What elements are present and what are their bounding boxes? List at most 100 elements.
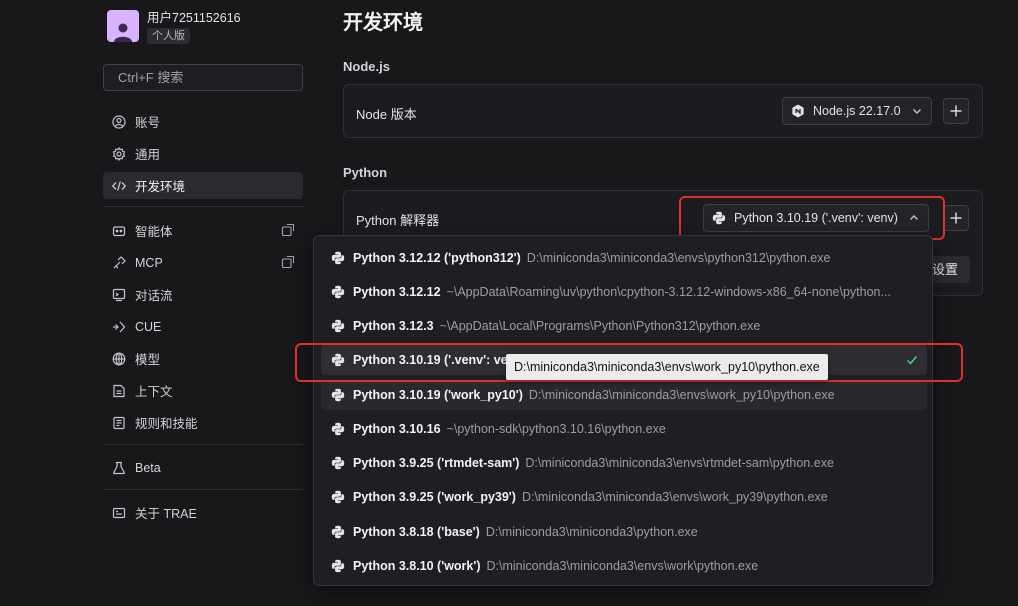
interpreter-path: ~\AppData\Local\Programs\Python\Python31… (439, 319, 761, 333)
interpreter-option[interactable]: Python 3.8.10 ('work') D:\miniconda3\mini… (321, 551, 927, 581)
python-icon (331, 388, 345, 402)
interpreter-name: Python 3.9.25 ('rtmdet-sam') (353, 456, 520, 470)
sidebar-item-agent[interactable]: 智能体 (103, 217, 303, 244)
python-icon (331, 422, 345, 436)
interpreter-option[interactable]: Python 3.9.25 ('work_py39') D:\miniconda3… (321, 482, 927, 512)
user-profile[interactable]: 用户7251152616 个人版 (107, 10, 241, 44)
sidebar-item-general[interactable]: 通用 (103, 140, 303, 167)
interpreter-path: D:\miniconda3\miniconda3\envs\rtmdet-sam… (525, 456, 834, 470)
context-icon (111, 383, 127, 399)
interpreter-option[interactable]: Python 3.12.12 ('python312') D:\miniconda… (321, 243, 927, 273)
search-input[interactable]: Ctrl+F 搜索 (103, 64, 303, 91)
sidebar-item-label: 智能体 (135, 225, 173, 239)
sidebar-item-model[interactable]: 模型 (103, 345, 303, 372)
sidebar-item-cue[interactable]: CUE (103, 313, 303, 340)
sidebar-item-beta[interactable]: Beta (103, 454, 303, 481)
python-settings-button[interactable]: 设置 (929, 256, 970, 283)
sidebar-item-rules[interactable]: 规则和技能 (103, 409, 303, 436)
user-avatar-icon (114, 23, 132, 42)
external-link-icon (281, 223, 295, 237)
section-label-nodejs: Node.js (343, 59, 390, 74)
cue-icon (111, 319, 127, 335)
user-plan-badge: 个人版 (147, 28, 190, 44)
sidebar-item-label: 账号 (135, 116, 161, 130)
add-python-button[interactable] (943, 205, 969, 231)
interpreter-path: D:\miniconda3\miniconda3\python.exe (485, 525, 698, 539)
interpreter-path: D:\miniconda3\miniconda3\envs\work_py10\… (528, 388, 835, 402)
python-interpreter-label: Python 解释器 (356, 213, 440, 228)
beta-icon (111, 460, 127, 476)
external-link-icon (281, 255, 295, 269)
interpreter-name: Python 3.10.19 ('.venv': venv) (353, 353, 527, 367)
agent-icon (111, 223, 127, 239)
interpreter-name: Python 3.8.18 ('base') (353, 525, 480, 539)
sidebar-item-mcp[interactable]: MCP (103, 249, 303, 276)
sidebar-item-label: 通用 (135, 148, 161, 162)
interpreter-option[interactable]: Python 3.9.25 ('rtmdet-sam') D:\miniconda… (321, 448, 927, 478)
node-version-value: Node.js 22.17.0 (813, 104, 901, 118)
python-icon (331, 353, 345, 367)
node-version-select[interactable]: Node.js 22.17.0 (782, 97, 932, 125)
sidebar-item-label: 关于 TRAE (135, 507, 197, 521)
plus-icon (950, 212, 962, 224)
chevron-down-icon (911, 105, 923, 117)
interpreter-name: Python 3.9.25 ('work_py39') (353, 490, 516, 504)
interpreter-name: Python 3.12.12 ('python312') (353, 251, 521, 265)
interpreter-option[interactable]: Python 3.10.19 ('work_py10') D:\miniconda… (321, 380, 927, 410)
rules-icon (111, 415, 127, 431)
python-icon (331, 251, 345, 265)
sidebar-item-label: 上下文 (135, 385, 173, 399)
page-title: 开发环境 (343, 12, 423, 34)
node-version-label: Node 版本 (356, 107, 417, 122)
node-card: Node 版本 Node.js 22.17.0 (343, 84, 983, 138)
divider (103, 489, 303, 490)
avatar (107, 10, 139, 42)
sidebar-item-about[interactable]: 关于 TRAE (103, 499, 303, 526)
sidebar-item-label: CUE (135, 319, 162, 334)
add-node-button[interactable] (943, 98, 969, 124)
sidebar-item-label: 对话流 (135, 289, 173, 303)
sidebar-item-label: Beta (135, 460, 161, 475)
check-icon (905, 353, 919, 367)
interpreter-name: Python 3.12.3 (353, 319, 434, 333)
divider (103, 444, 303, 445)
interpreter-path: D:\miniconda3\miniconda3\envs\work_py39\… (521, 490, 828, 504)
section-label-python: Python (343, 165, 388, 180)
sidebar-item-context[interactable]: 上下文 (103, 377, 303, 404)
mcp-icon (111, 255, 127, 271)
interpreter-path: D:\miniconda3\miniconda3\envs\work\pytho… (486, 559, 759, 573)
plus-icon (950, 105, 962, 117)
sidebar-item-chat-flow[interactable]: 对话流 (103, 281, 303, 308)
python-icon (331, 525, 345, 539)
nodejs-icon (791, 104, 805, 118)
python-interpreter-dropdown: Python 3.12.12 ('python312') D:\miniconda… (313, 235, 933, 586)
interpreter-path: ~\python-sdk\python3.10.16\python.exe (446, 422, 666, 436)
interpreter-option[interactable]: Python 3.10.16 ~\python-sdk\python3.10.16… (321, 414, 927, 444)
interpreter-option[interactable]: Python 3.8.18 ('base') D:\miniconda3\mini… (321, 517, 927, 547)
gear-icon (111, 146, 127, 162)
python-interpreter-value: Python 3.10.19 ('.venv': venv) (734, 211, 898, 225)
sidebar-item-label: 开发环境 (135, 180, 186, 194)
interpreter-path: D:\miniconda3\miniconda3\envs\python312\… (526, 251, 831, 265)
python-icon (331, 319, 345, 333)
python-interpreter-select[interactable]: Python 3.10.19 ('.venv': venv) (703, 204, 929, 232)
interpreter-option[interactable]: Python 3.12.3 ~\AppData\Local\Programs\Py… (321, 311, 927, 341)
path-tooltip: D:\miniconda3\miniconda3\envs\work_py10\… (506, 354, 828, 380)
sidebar-item-dev-env[interactable]: 开发环境 (103, 172, 303, 199)
interpreter-name: Python 3.12.12 (353, 285, 441, 299)
python-icon (331, 490, 345, 504)
sidebar-item-label: MCP (135, 255, 163, 270)
python-icon (712, 211, 726, 225)
divider (103, 206, 303, 207)
python-icon (331, 456, 345, 470)
python-icon (331, 285, 345, 299)
sidebar-item-label: 模型 (135, 353, 161, 367)
sidebar-item-label: 规则和技能 (135, 417, 198, 431)
sidebar: 用户7251152616 个人版 Ctrl+F 搜索 账号 通用 开发环境 智能… (0, 0, 318, 606)
sidebar-item-account[interactable]: 账号 (103, 108, 303, 135)
user-name: 用户7251152616 (147, 11, 241, 25)
chat-flow-icon (111, 287, 127, 303)
interpreter-path: ~\AppData\Roaming\uv\python\cpython-3.12… (446, 285, 891, 299)
interpreter-option[interactable]: Python 3.12.12 ~\AppData\Roaming\uv\pytho… (321, 277, 927, 307)
model-icon (111, 351, 127, 367)
